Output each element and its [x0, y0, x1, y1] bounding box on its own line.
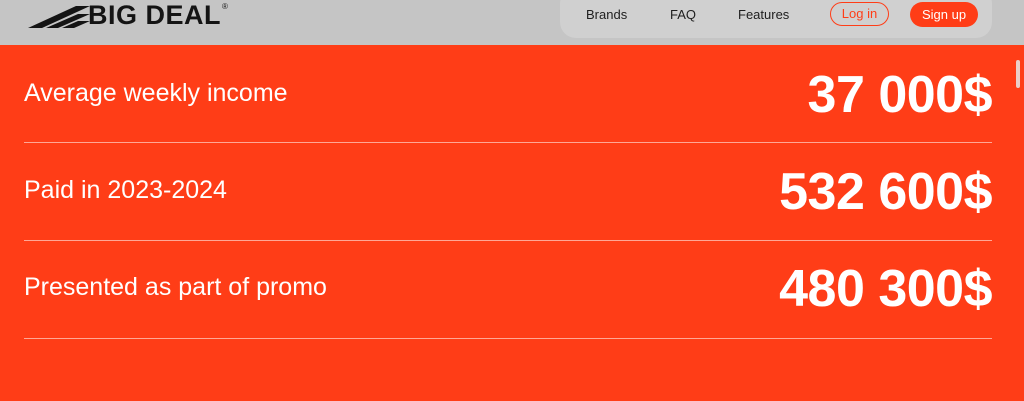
- signup-button[interactable]: Sign up: [910, 2, 978, 27]
- stat-row-promo: Presented as part of promo 480 300$: [24, 241, 992, 339]
- stat-label: Presented as part of promo: [24, 273, 327, 301]
- registered-mark: ®: [222, 2, 228, 11]
- stat-value: 480 300$: [779, 260, 992, 318]
- nav-link-brands[interactable]: Brands: [586, 7, 627, 22]
- stat-row-weekly-income: Average weekly income 37 000$: [24, 45, 993, 143]
- stat-label: Paid in 2023-2024: [24, 176, 227, 204]
- site-header: BIG DEAL ® Brands FAQ Features Log in Si…: [0, 0, 1024, 45]
- stat-value: 37 000$: [807, 66, 993, 124]
- stat-row-paid: Paid in 2023-2024 532 600$: [24, 143, 992, 241]
- big-deal-logo[interactable]: BIG DEAL ®: [28, 0, 228, 30]
- login-button[interactable]: Log in: [830, 2, 889, 26]
- nav-link-faq[interactable]: FAQ: [670, 7, 696, 22]
- stat-label: Average weekly income: [24, 79, 288, 107]
- nav-link-features[interactable]: Features: [738, 7, 789, 22]
- stat-value: 532 600$: [779, 163, 992, 221]
- logo-text: BIG DEAL: [88, 0, 222, 30]
- logo-stripes-icon: [28, 6, 90, 28]
- scrollbar-thumb[interactable]: [1016, 60, 1020, 88]
